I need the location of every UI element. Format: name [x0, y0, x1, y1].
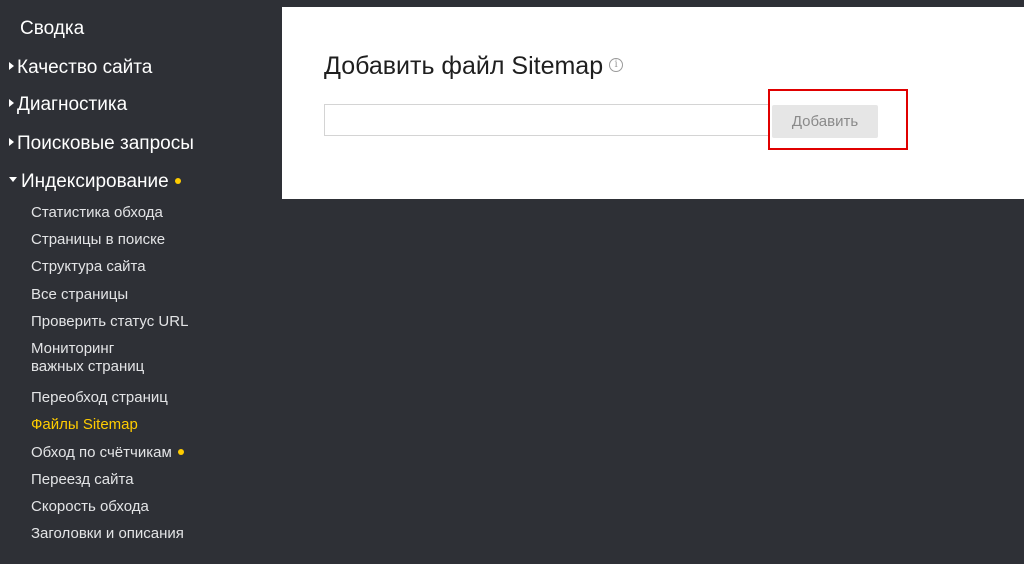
sidebar-subitem-all-pages[interactable]: Все страницы: [31, 286, 128, 304]
sitemap-url-input[interactable]: [324, 104, 770, 136]
highlight-annotation-box: [768, 89, 908, 150]
sidebar-subitem-page-recrawl[interactable]: Переобход страниц: [31, 389, 168, 407]
caret-down-icon: [9, 177, 17, 183]
notification-dot-icon: [174, 177, 181, 184]
sidebar-subitem-check-url-status[interactable]: Проверить статус URL: [31, 313, 188, 331]
info-icon[interactable]: i: [609, 58, 624, 73]
caret-right-icon: [9, 98, 14, 107]
sidebar-subitem-site-move[interactable]: Переезд сайта: [31, 471, 134, 489]
sidebar-item-search-queries[interactable]: Поисковые запросы: [9, 133, 194, 155]
sidebar-item-diagnostics[interactable]: Диагностика: [9, 94, 127, 116]
sidebar-subitem-crawl-rate[interactable]: Скорость обхода: [31, 498, 149, 516]
sidebar-item-indexing[interactable]: Индексирование: [9, 171, 181, 193]
sidebar: Сводка Качество сайта Диагностика Поиско…: [0, 0, 282, 564]
caret-right-icon: [9, 137, 14, 146]
sidebar-item-label: Индексирование: [21, 171, 169, 192]
caret-right-icon: [9, 61, 14, 70]
sidebar-subitem-crawl-stats[interactable]: Статистика обхода: [31, 204, 163, 222]
sidebar-item-label: Диагностика: [17, 94, 128, 115]
sidebar-item-summary[interactable]: Сводка: [20, 18, 84, 40]
sidebar-item-label: Поисковые запросы: [17, 133, 194, 154]
sidebar-subitem-important-pages-monitoring[interactable]: Мониторинг важных страниц: [31, 340, 161, 376]
sidebar-subitem-site-structure[interactable]: Структура сайта: [31, 258, 146, 276]
sidebar-subitem-pages-in-search[interactable]: Страницы в поиске: [31, 231, 165, 249]
notification-dot-icon: [177, 449, 184, 456]
sidebar-subitem-sitemap-files[interactable]: Файлы Sitemap: [31, 416, 138, 434]
page-title: Добавить файл Sitemap i: [324, 51, 624, 81]
page-title-text: Добавить файл Sitemap: [324, 52, 604, 80]
sidebar-item-label: Качество сайта: [17, 57, 153, 78]
add-sitemap-panel: Добавить файл Sitemap i Добавить: [282, 7, 1024, 199]
sidebar-subitem-titles-descriptions[interactable]: Заголовки и описания: [31, 525, 184, 543]
sidebar-item-label: Обход по счётчикам: [31, 444, 172, 461]
sidebar-item-label: Сводка: [20, 18, 85, 39]
sidebar-item-site-quality[interactable]: Качество сайта: [9, 57, 152, 79]
sidebar-subitem-counter-crawl[interactable]: Обход по счётчикам: [31, 444, 184, 462]
